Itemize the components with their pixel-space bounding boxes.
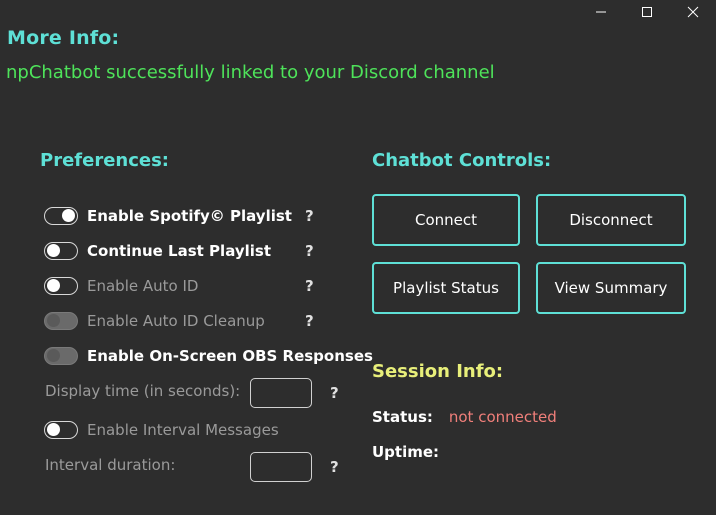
close-button[interactable] xyxy=(670,0,716,24)
playlist-status-button[interactable]: Playlist Status xyxy=(372,262,520,314)
pref-row-continue-playlist: Continue Last Playlist xyxy=(44,240,271,262)
help-interval-duration[interactable]: ? xyxy=(330,458,339,476)
status-label: Status: xyxy=(372,408,433,426)
pref-row-spotify-playlist: Enable Spotify© Playlist xyxy=(44,205,292,227)
interval-duration-label: Interval duration: xyxy=(45,456,176,474)
minimize-icon xyxy=(596,11,606,13)
pref-row-interval-messages: Enable Interval Messages xyxy=(44,419,279,441)
pref-row-obs-responses: Enable On-Screen OBS Responses xyxy=(44,345,373,367)
session-info-title: Session Info: xyxy=(372,361,504,382)
toggle-continue-playlist[interactable] xyxy=(44,242,78,260)
toggle-knob xyxy=(47,244,60,257)
more-info-title: More Info: xyxy=(7,27,120,49)
pref-label-auto-id: Enable Auto ID xyxy=(87,277,199,295)
help-spotify-playlist[interactable]: ? xyxy=(305,207,314,225)
session-status-row: Status: not connected xyxy=(372,408,557,426)
pref-label-auto-id-cleanup: Enable Auto ID Cleanup xyxy=(87,312,265,330)
help-continue-playlist[interactable]: ? xyxy=(305,242,314,260)
toggle-interval-messages[interactable] xyxy=(44,421,78,439)
toggle-knob xyxy=(47,279,60,292)
close-icon xyxy=(687,6,699,18)
help-auto-id-cleanup[interactable]: ? xyxy=(305,312,314,330)
window-controls xyxy=(578,0,716,24)
pref-row-auto-id-cleanup: Enable Auto ID Cleanup xyxy=(44,310,265,332)
toggle-knob xyxy=(47,349,60,362)
pref-label-obs-responses: Enable On-Screen OBS Responses xyxy=(87,347,373,365)
interval-duration-input[interactable] xyxy=(250,452,312,482)
disconnect-button[interactable]: Disconnect xyxy=(536,194,686,246)
help-display-time[interactable]: ? xyxy=(330,384,339,402)
pref-row-auto-id: Enable Auto ID xyxy=(44,275,198,297)
help-auto-id[interactable]: ? xyxy=(305,277,314,295)
interval-duration-row: Interval duration: xyxy=(45,456,175,474)
toggle-knob xyxy=(62,209,75,222)
pref-label-spotify-playlist: Enable Spotify© Playlist xyxy=(87,207,292,225)
more-info-message: npChatbot successfully linked to your Di… xyxy=(6,62,495,83)
toggle-auto-id-cleanup[interactable] xyxy=(44,312,78,330)
toggle-obs-responses[interactable] xyxy=(44,347,78,365)
maximize-icon xyxy=(642,7,652,17)
pref-label-interval-messages: Enable Interval Messages xyxy=(87,421,279,439)
display-time-row: Display time (in seconds): xyxy=(45,382,240,400)
toggle-auto-id[interactable] xyxy=(44,277,78,295)
view-summary-button[interactable]: View Summary xyxy=(536,262,686,314)
display-time-input[interactable] xyxy=(250,378,312,408)
toggle-knob xyxy=(47,314,60,327)
preferences-title: Preferences: xyxy=(40,150,170,171)
session-uptime-row: Uptime: xyxy=(372,443,439,461)
connect-button[interactable]: Connect xyxy=(372,194,520,246)
uptime-label: Uptime: xyxy=(372,443,440,461)
display-time-label: Display time (in seconds): xyxy=(45,382,241,400)
status-value: not connected xyxy=(448,408,557,426)
chatbot-controls-title: Chatbot Controls: xyxy=(372,150,552,171)
pref-label-continue-playlist: Continue Last Playlist xyxy=(87,242,272,260)
toggle-spotify-playlist[interactable] xyxy=(44,207,78,225)
maximize-button[interactable] xyxy=(624,0,670,24)
minimize-button[interactable] xyxy=(578,0,624,24)
toggle-knob xyxy=(47,423,60,436)
